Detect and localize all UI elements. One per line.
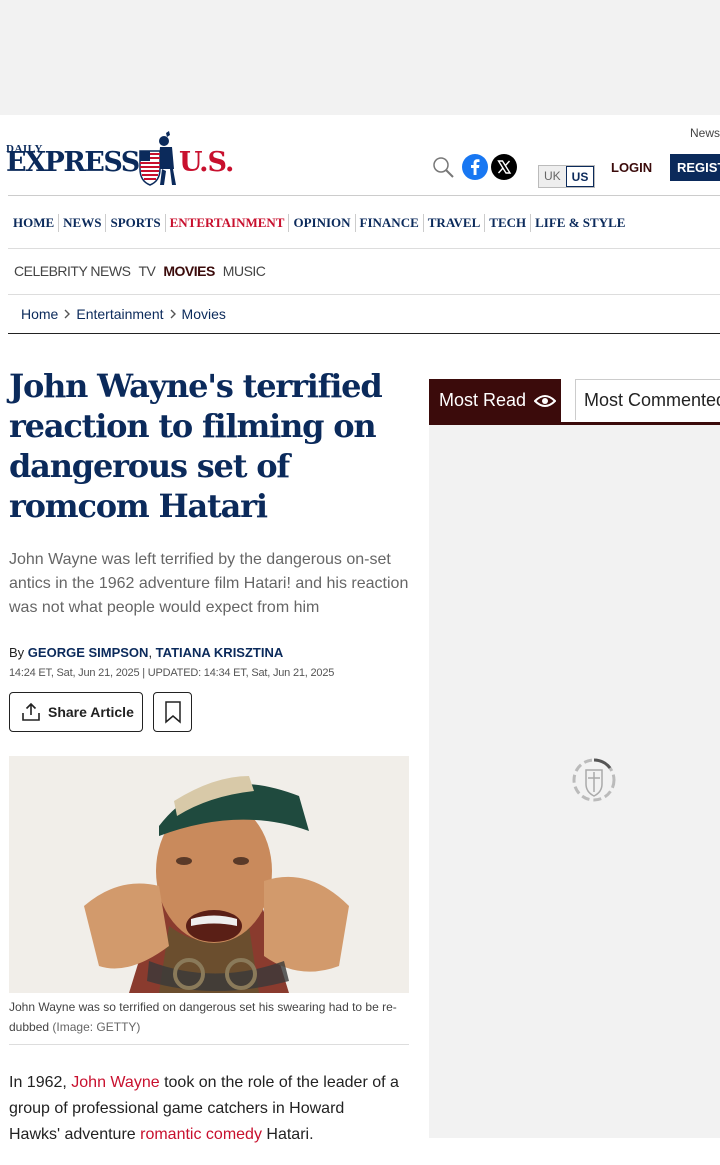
author-link[interactable]: TATIANA KRISZTINA [156,645,284,660]
nav-item-tech[interactable]: TECH [485,214,532,232]
article-byline: By GEORGE SIMPSON, TATIANA KRISZTINA [9,645,283,660]
image-caption: John Wayne was so terrified on dangerous… [9,997,409,1037]
breadcrumb-entertainment[interactable]: Entertainment [76,306,163,322]
breadcrumb-divider [8,333,720,334]
facebook-icon[interactable] [462,154,488,180]
login-link[interactable]: LOGIN [611,160,652,175]
loading-spinner-icon [572,758,616,802]
crusader-shield-icon [139,131,176,186]
sidebar-tabs: Most Read Most Commented [429,379,720,425]
subnav-item-music[interactable]: MUSIC [223,263,266,279]
edition-switcher: UK US [538,165,596,188]
breadcrumb-home[interactable]: Home [21,306,58,322]
body-text-segment: In 1962, [9,1074,72,1091]
bookmark-button[interactable] [153,692,192,732]
breadcrumb: Home Entertainment Movies [21,306,226,322]
romantic-comedy-link[interactable]: romantic comedy [140,1126,262,1143]
search-icon[interactable] [431,155,455,179]
article-headline: John Wayne's terrified reaction to filmi… [9,367,383,525]
article-hero-image[interactable] [9,756,409,993]
nav-item-news[interactable]: NEWS [59,214,107,232]
article-standfirst: John Wayne was left terrified by the dan… [9,551,409,616]
header-divider [8,195,720,196]
article-dateline: 14:24 ET, Sat, Jun 21, 2025 | UPDATED: 1… [9,667,335,679]
site-header: DAILY EXPRESS U.S. News UK US LOGIN REGI… [0,115,720,196]
subnav-item-tv[interactable]: TV [138,263,155,279]
main-navigation: HOME NEWS SPORTS ENTERTAINMENT OPINION F… [9,214,629,232]
nav-item-home[interactable]: HOME [9,214,60,232]
article-body-paragraph: In 1962, John Wayne took on the role of … [9,1070,399,1148]
register-button[interactable]: REGIST [670,154,720,181]
nav-divider [8,248,720,249]
john-wayne-link[interactable]: John Wayne [71,1074,159,1091]
nav-item-finance[interactable]: FINANCE [356,214,424,232]
nav-item-opinion[interactable]: OPINION [289,214,356,232]
body-text-segment: Hatari. [261,1126,314,1143]
advertisement-band [0,0,720,115]
nav-item-life-style[interactable]: LIFE & STYLE [531,214,629,232]
eye-icon [534,394,557,407]
logo-express-text: EXPRESS [6,147,140,178]
nav-item-entertainment[interactable]: ENTERTAINMENT [166,214,290,232]
nav-item-sports[interactable]: SPORTS [106,214,166,232]
subnav-divider [8,294,720,295]
chevron-right-icon [170,309,176,319]
edition-us-option[interactable]: US [565,166,595,187]
edition-uk-option[interactable]: UK [539,166,566,187]
image-credit: (Image: GETTY) [52,1020,141,1034]
tab-most-read[interactable]: Most Read [429,379,561,422]
breadcrumb-movies[interactable]: Movies [182,306,226,322]
byline-prefix: By [9,645,28,660]
tab-most-commented[interactable]: Most Commented [575,379,720,420]
john-wayne-photo [9,756,409,993]
caption-divider [9,1044,409,1045]
chevron-right-icon [64,309,71,319]
logo-us-text: U.S. [179,147,234,178]
share-article-label: Share Article [48,704,134,720]
nav-item-travel[interactable]: TRAVEL [424,214,486,232]
tab-most-read-label: Most Read [439,390,527,410]
sub-navigation: CELEBRITY NEWS TV MOVIES MUSIC [14,263,266,279]
byline-separator: , [148,645,156,660]
bookmark-icon [164,701,181,724]
share-icon [22,702,40,721]
x-twitter-icon[interactable] [491,154,517,180]
share-article-button[interactable]: Share Article [9,692,143,732]
subnav-item-celebrity-news[interactable]: CELEBRITY NEWS [14,263,131,279]
daily-express-us-logo[interactable]: DAILY EXPRESS U.S. [6,127,236,189]
author-link[interactable]: GEORGE SIMPSON [28,645,149,660]
newsletter-link[interactable]: News [690,126,720,140]
subnav-item-movies[interactable]: MOVIES [163,263,215,279]
